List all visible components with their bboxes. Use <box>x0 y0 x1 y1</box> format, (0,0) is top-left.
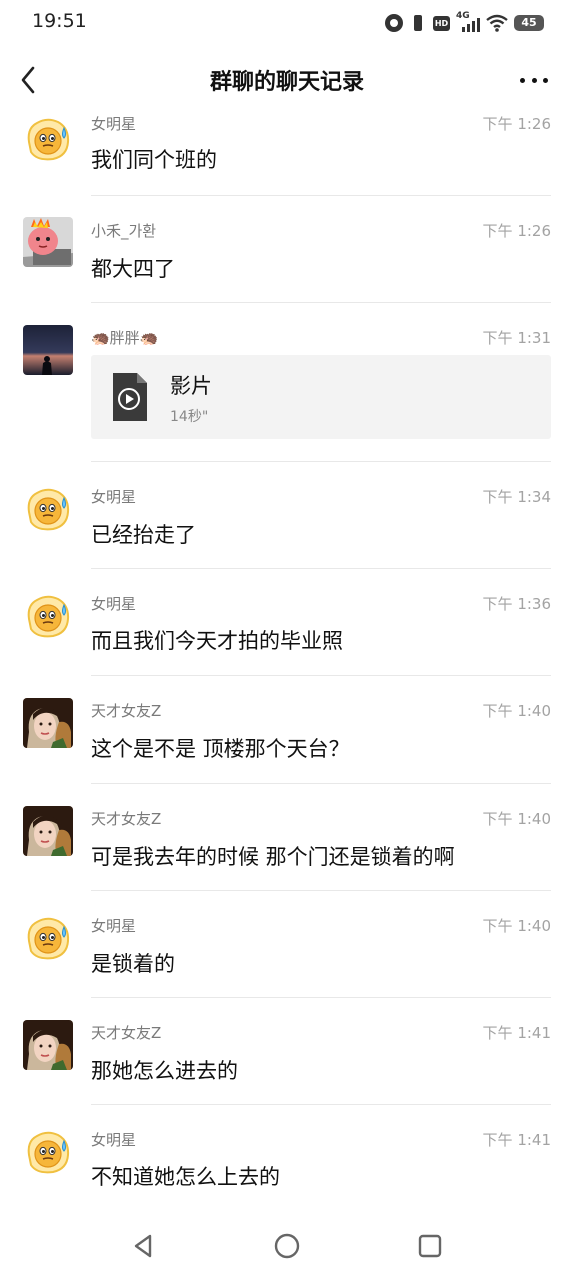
avatar[interactable] <box>23 1020 73 1070</box>
sender-name: 天才女友Z <box>91 702 162 720</box>
sender-name: 女明星 <box>91 1131 137 1149</box>
sender-name: 女明星 <box>91 917 137 935</box>
message-item[interactable]: 天才女友Z 下午 1:40 这个是不是 顶楼那个天台？ <box>0 676 574 784</box>
sender-name: 🦔胖胖🦔 <box>91 329 159 347</box>
more-dots-icon <box>520 77 525 83</box>
message-time: 下午 1:31 <box>482 329 551 347</box>
status-icons: HD 4G 45 <box>385 11 544 34</box>
network-label: 4G <box>456 11 470 21</box>
message-time: 下午 1:40 <box>482 702 551 720</box>
signal-4g-icon: 4G <box>456 11 480 32</box>
message-item[interactable]: 女明星 下午 1:34 已经抬走了 <box>0 462 574 569</box>
message-item[interactable]: 女明星 下午 1:40 是锁着的 <box>0 891 574 998</box>
avatar[interactable] <box>23 217 73 267</box>
avatar[interactable] <box>23 1127 73 1177</box>
video-duration: 14秒" <box>170 409 209 425</box>
avatar[interactable] <box>23 698 73 748</box>
header: 群聊的聊天记录 <box>0 50 574 110</box>
sender-name: 女明星 <box>91 488 137 506</box>
message-text: 已经抬走了 <box>91 523 196 547</box>
status-time: 19:51 <box>32 10 87 32</box>
message-item[interactable]: 天才女友Z 下午 1:40 可是我去年的时候 那个门还是锁着的啊 <box>0 784 574 891</box>
message-time: 下午 1:41 <box>482 1024 551 1042</box>
message-time: 下午 1:41 <box>482 1131 551 1149</box>
video-title: 影片 <box>170 374 212 398</box>
alarm-icon <box>385 14 403 32</box>
status-bar: 19:51 HD 4G 45 <box>0 0 574 44</box>
wifi-icon <box>486 14 508 32</box>
nav-recents-button[interactable] <box>414 1230 446 1262</box>
nav-back-button[interactable] <box>128 1230 160 1262</box>
message-text: 都大四了 <box>91 257 175 281</box>
sender-name: 女明星 <box>91 115 137 133</box>
video-attachment[interactable]: 影片 14秒" <box>91 355 551 439</box>
nav-home-icon <box>274 1233 300 1259</box>
page-title: 群聊的聊天记录 <box>209 70 364 95</box>
message-time: 下午 1:36 <box>482 595 551 613</box>
message-text: 是锁着的 <box>91 952 175 976</box>
message-time: 下午 1:26 <box>482 115 551 133</box>
sender-name: 小禾_가환 <box>91 222 157 240</box>
message-text: 而且我们今天才拍的毕业照 <box>91 629 343 653</box>
sender-name: 女明星 <box>91 595 137 613</box>
message-item[interactable]: 女明星 下午 1:41 不知道她怎么上去的 <box>0 1105 574 1208</box>
message-item[interactable]: 小禾_가환 下午 1:26 都大四了 <box>0 196 574 303</box>
message-time: 下午 1:40 <box>482 810 551 828</box>
avatar[interactable] <box>23 591 73 641</box>
nav-recents-icon <box>418 1234 442 1258</box>
message-text: 不知道她怎么上去的 <box>91 1165 280 1189</box>
avatar[interactable] <box>23 114 73 164</box>
navigation-bar <box>0 1212 574 1280</box>
message-item[interactable]: 女明星 下午 1:26 我们同个班的 <box>0 110 574 196</box>
message-text: 那她怎么进去的 <box>91 1059 238 1083</box>
nav-back-icon <box>134 1234 152 1258</box>
avatar[interactable] <box>23 806 73 856</box>
avatar[interactable] <box>23 325 73 375</box>
message-time: 下午 1:40 <box>482 917 551 935</box>
message-item[interactable]: 女明星 下午 1:36 而且我们今天才拍的毕业照 <box>0 569 574 676</box>
hd-icon: HD <box>433 15 450 31</box>
nav-home-button[interactable] <box>271 1230 303 1262</box>
message-text: 这个是不是 顶楼那个天台？ <box>91 737 350 761</box>
battery-icon: 45 <box>514 15 544 31</box>
avatar[interactable] <box>23 484 73 534</box>
message-time: 下午 1:34 <box>482 488 551 506</box>
sender-name: 天才女友Z <box>91 1024 162 1042</box>
message-text: 可是我去年的时候 那个门还是锁着的啊 <box>91 845 455 869</box>
video-file-icon <box>111 371 149 423</box>
more-button[interactable] <box>514 64 554 96</box>
message-item[interactable]: 🦔胖胖🦔 下午 1:31 影片 14秒" <box>0 303 574 462</box>
message-item[interactable]: 天才女友Z 下午 1:41 那她怎么进去的 <box>0 998 574 1105</box>
message-text: 我们同个班的 <box>91 148 217 172</box>
vibrate-icon <box>409 15 427 31</box>
sender-name: 天才女友Z <box>91 810 162 828</box>
message-time: 下午 1:26 <box>482 222 551 240</box>
avatar[interactable] <box>23 913 73 963</box>
